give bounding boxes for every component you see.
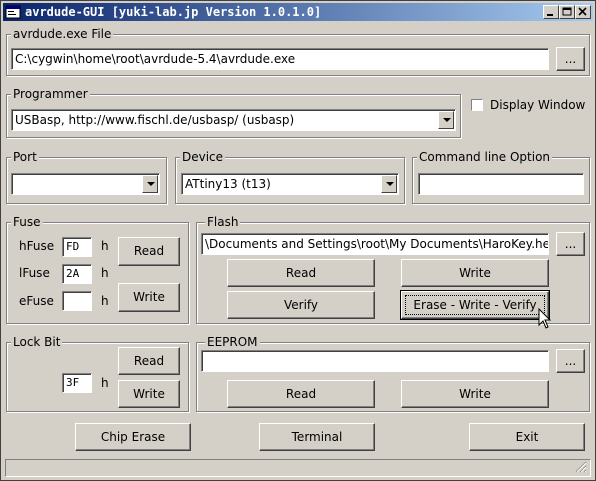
port-select[interactable]: [11, 173, 160, 195]
title-bar[interactable]: avrdude-GUI [yuki-lab.jp Version 1.0.1.0…: [3, 3, 593, 21]
minimize-icon: [547, 14, 553, 16]
hfuse-unit: h: [101, 239, 109, 253]
programmer-value: USBasp, http://www.fischl.de/usbasp/ (us…: [15, 113, 295, 127]
flash-verify-button[interactable]: Verify: [227, 291, 375, 319]
lfuse-input[interactable]: 2A: [62, 264, 92, 284]
minimize-button[interactable]: [543, 5, 559, 19]
device-value: ATtiny13 (t13): [185, 177, 271, 191]
close-icon: [578, 7, 587, 16]
flash-browse-button[interactable]: ...: [556, 232, 585, 256]
maximize-icon: [562, 7, 572, 16]
hfuse-label: hFuse: [19, 239, 55, 253]
fuse-label: Fuse: [11, 214, 43, 230]
lfuse-label: lFuse: [19, 266, 50, 280]
lock-bit-label: Lock Bit: [11, 334, 63, 350]
exit-button[interactable]: Exit: [469, 423, 585, 451]
eeprom-file-input[interactable]: [201, 350, 549, 372]
eeprom-write-button[interactable]: Write: [401, 380, 549, 408]
flash-read-button[interactable]: Read: [227, 259, 375, 287]
efuse-input[interactable]: [62, 291, 92, 311]
command-line-label: Command line Option: [417, 149, 553, 165]
terminal-button[interactable]: Terminal: [259, 423, 375, 451]
mouse-cursor-icon: [538, 308, 552, 329]
hfuse-input[interactable]: FD: [62, 237, 92, 257]
lock-bit-write-button[interactable]: Write: [118, 380, 180, 408]
fuse-write-button[interactable]: Write: [118, 283, 180, 312]
lock-bit-unit: h: [101, 376, 109, 390]
efuse-unit: h: [101, 294, 109, 308]
main-window: avrdude-GUI [yuki-lab.jp Version 1.0.1.0…: [0, 0, 596, 481]
chevron-down-icon[interactable]: [142, 175, 158, 193]
erase-write-verify-button[interactable]: Erase - Write - Verify: [400, 290, 550, 320]
lock-bit-input[interactable]: 3F: [62, 373, 92, 393]
lock-bit-read-button[interactable]: Read: [118, 347, 180, 375]
fuse-read-button[interactable]: Read: [118, 237, 180, 266]
flash-file-input[interactable]: \Documents and Settings\root\My Document…: [201, 233, 549, 255]
flash-label: Flash: [205, 214, 241, 230]
device-label: Device: [180, 149, 226, 165]
window-title: avrdude-GUI [yuki-lab.jp Version 1.0.1.0…: [25, 5, 322, 19]
focus-rect: [405, 295, 545, 315]
chevron-down-icon[interactable]: [381, 175, 397, 193]
programmer-label: Programmer: [11, 86, 90, 102]
port-label: Port: [11, 149, 39, 165]
programmer-select[interactable]: USBasp, http://www.fischl.de/usbasp/ (us…: [11, 109, 456, 131]
chevron-down-icon[interactable]: [438, 111, 454, 129]
resize-grip-icon[interactable]: [575, 461, 587, 473]
display-window-checkbox[interactable]: [471, 99, 483, 111]
command-line-input[interactable]: [418, 173, 584, 195]
eeprom-browse-button[interactable]: ...: [556, 349, 585, 373]
app-icon: [5, 5, 21, 19]
flash-write-button[interactable]: Write: [401, 259, 549, 287]
avrdude-browse-button[interactable]: ...: [556, 47, 585, 71]
close-button[interactable]: [575, 5, 591, 19]
chip-erase-button[interactable]: Chip Erase: [75, 423, 191, 451]
eeprom-read-button[interactable]: Read: [227, 380, 375, 408]
status-bar: [5, 459, 591, 477]
device-select[interactable]: ATtiny13 (t13): [181, 173, 399, 195]
eeprom-label: EEPROM: [205, 334, 260, 350]
avrdude-file-label: avrdude.exe File: [11, 26, 114, 42]
maximize-button[interactable]: [559, 5, 575, 19]
avrdude-path-input[interactable]: C:\cygwin\home\root\avrdude-5.4\avrdude.…: [11, 48, 549, 70]
efuse-label: eFuse: [19, 294, 54, 308]
display-window-label: Display Window: [490, 98, 586, 112]
lfuse-unit: h: [101, 266, 109, 280]
